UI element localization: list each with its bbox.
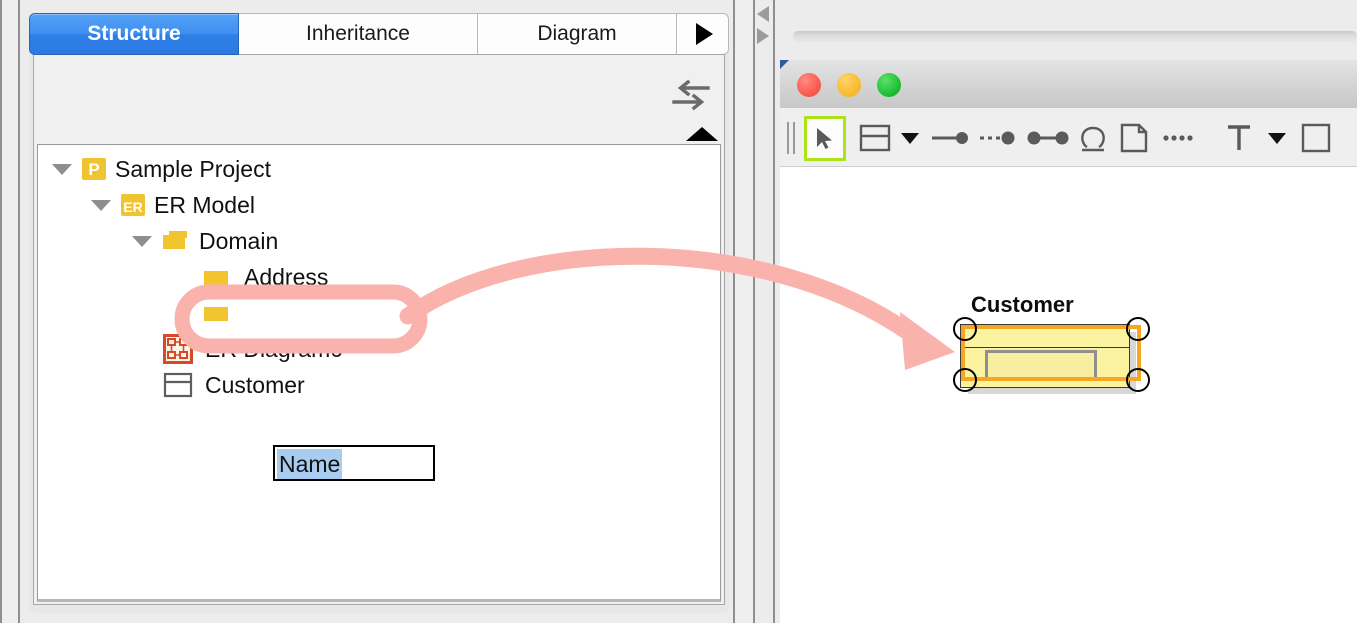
tree-toolbar-strip [34,55,724,143]
disclosure-triangle-icon[interactable] [91,199,111,211]
dotted-line-tool[interactable] [1162,120,1198,156]
entity-shape-tool[interactable] [858,120,892,156]
horizontal-scrollbar[interactable] [793,31,1357,42]
tree-item-label: Domain [199,227,279,254]
omega-connector-icon [1081,126,1105,152]
disclosure-triangle-icon[interactable] [52,163,72,175]
svg-text:ER: ER [123,199,142,215]
tree-item-address[interactable]: Address [38,259,328,295]
svg-text:P: P [88,160,99,179]
tab-structure-label: Structure [87,22,181,45]
tree-item-name[interactable] [38,295,238,331]
tree-item-er-diagram0[interactable]: ER Diagram0 [38,331,343,367]
structure-content-frame: P Sample Project ER ER Model Domain Addr… [33,54,725,605]
tree-item-sample-project[interactable]: P Sample Project [38,151,271,187]
pointer-arrow-tool[interactable] [804,116,846,161]
tree-item-label: ER Diagram0 [205,335,344,362]
note-page-tool[interactable] [1118,120,1150,156]
maximize-window-button[interactable] [877,73,901,97]
tab-bar: Structure Inheritance Diagram [29,13,729,55]
structure-panel: Structure Inheritance Diagram P Sample P… [20,0,732,623]
tree-item-customer[interactable]: Customer [38,367,305,403]
er-model-icon: ER [121,194,145,216]
splitter-gap-1 [735,0,753,623]
tab-diagram[interactable]: Diagram [477,13,677,55]
tree-item-label: ER Model [154,191,255,218]
tree-item-label: Customer [205,371,305,398]
close-window-button[interactable] [797,73,821,97]
window-corner-accent [780,60,789,69]
dashed-line-dot-icon [980,131,1015,145]
relationship-line-tool[interactable] [930,120,970,156]
structure-tree-scrollview[interactable]: P Sample Project ER ER Model Domain Addr… [37,144,721,602]
structure-tree: P Sample Project ER ER Model Domain Addr… [38,145,720,599]
disclosure-triangle-icon[interactable] [132,235,152,247]
text-tool-icon [1228,125,1250,150]
entity-name-label: Customer [971,292,1074,317]
collapse-triangle-icon[interactable] [686,127,718,141]
minimize-window-button[interactable] [837,73,861,97]
triangle-left-icon[interactable] [757,6,769,22]
tab-overflow-button[interactable] [676,13,729,55]
rename-input[interactable]: Name [273,445,435,481]
text-dropdown-button[interactable] [1264,120,1290,156]
omega-connector-tool[interactable] [1078,120,1108,156]
play-triangle-icon [695,23,713,45]
tab-structure[interactable]: Structure [29,13,239,55]
window-titlebar[interactable] [780,60,1357,109]
pointer-arrow-icon [817,127,832,149]
diagram-editor-window: Customer [780,0,1357,623]
resize-handle-top-right[interactable] [1126,317,1150,341]
sync-arrows-icon[interactable] [672,77,710,113]
triangle-right-icon[interactable] [757,28,769,44]
tree-item-label: Address [244,263,329,290]
toolbar-drag-handle-2[interactable] [793,122,795,154]
entity-shape-icon [859,124,891,152]
dashed-relationship-tool[interactable] [978,120,1018,156]
resize-handle-bottom-left[interactable] [953,368,977,392]
er-diagram-icon [163,334,193,364]
note-page-icon [1120,123,1148,153]
tab-diagram-label: Diagram [537,22,617,45]
customer-entity[interactable]: Customer [953,292,1150,394]
entity-selection-frame [961,325,1141,381]
line-with-dot-icon [932,132,968,144]
splitter-gap-2 [755,0,773,623]
tree-item-er-model[interactable]: ER ER Model [38,187,255,223]
chevron-down-icon [901,133,919,144]
resize-handle-bottom-right[interactable] [1126,368,1150,392]
diagram-toolbar [780,108,1357,167]
tab-inheritance-label: Inheritance [306,22,410,45]
resize-handle-top-left[interactable] [953,317,977,341]
screenshot-root: Structure Inheritance Diagram P Sample P… [0,0,1357,623]
tree-item-label: Sample Project [115,155,271,182]
structure-window: Structure Inheritance Diagram P Sample P… [0,0,752,623]
tab-inheritance[interactable]: Inheritance [238,13,478,55]
dot-line-dot-icon [1027,131,1069,145]
toolbar-drag-handle[interactable] [787,122,789,154]
diagram-canvas[interactable]: Customer [780,167,1357,623]
folder-icon [163,231,187,249]
window-margin-left [2,0,18,623]
domain-item-icon [204,271,228,285]
tree-item-domain[interactable]: Domain [38,223,278,259]
entity-dropdown-button[interactable] [897,120,923,156]
rectangle-shape-icon [1301,123,1331,153]
domain-item-icon [204,307,228,321]
entity-icon [163,372,193,398]
chevron-down-icon [1268,133,1286,144]
text-tool[interactable] [1224,120,1254,156]
splitter-line-3 [773,0,775,623]
rename-input-selected-text: Name [277,449,343,479]
project-icon: P [82,158,106,180]
dotted-line-icon [1163,135,1193,141]
window-splitter[interactable] [732,0,780,623]
dot-to-dot-relationship-tool[interactable] [1026,120,1070,156]
editor-top-area [780,0,1357,60]
rectangle-shape-tool[interactable] [1300,120,1332,156]
